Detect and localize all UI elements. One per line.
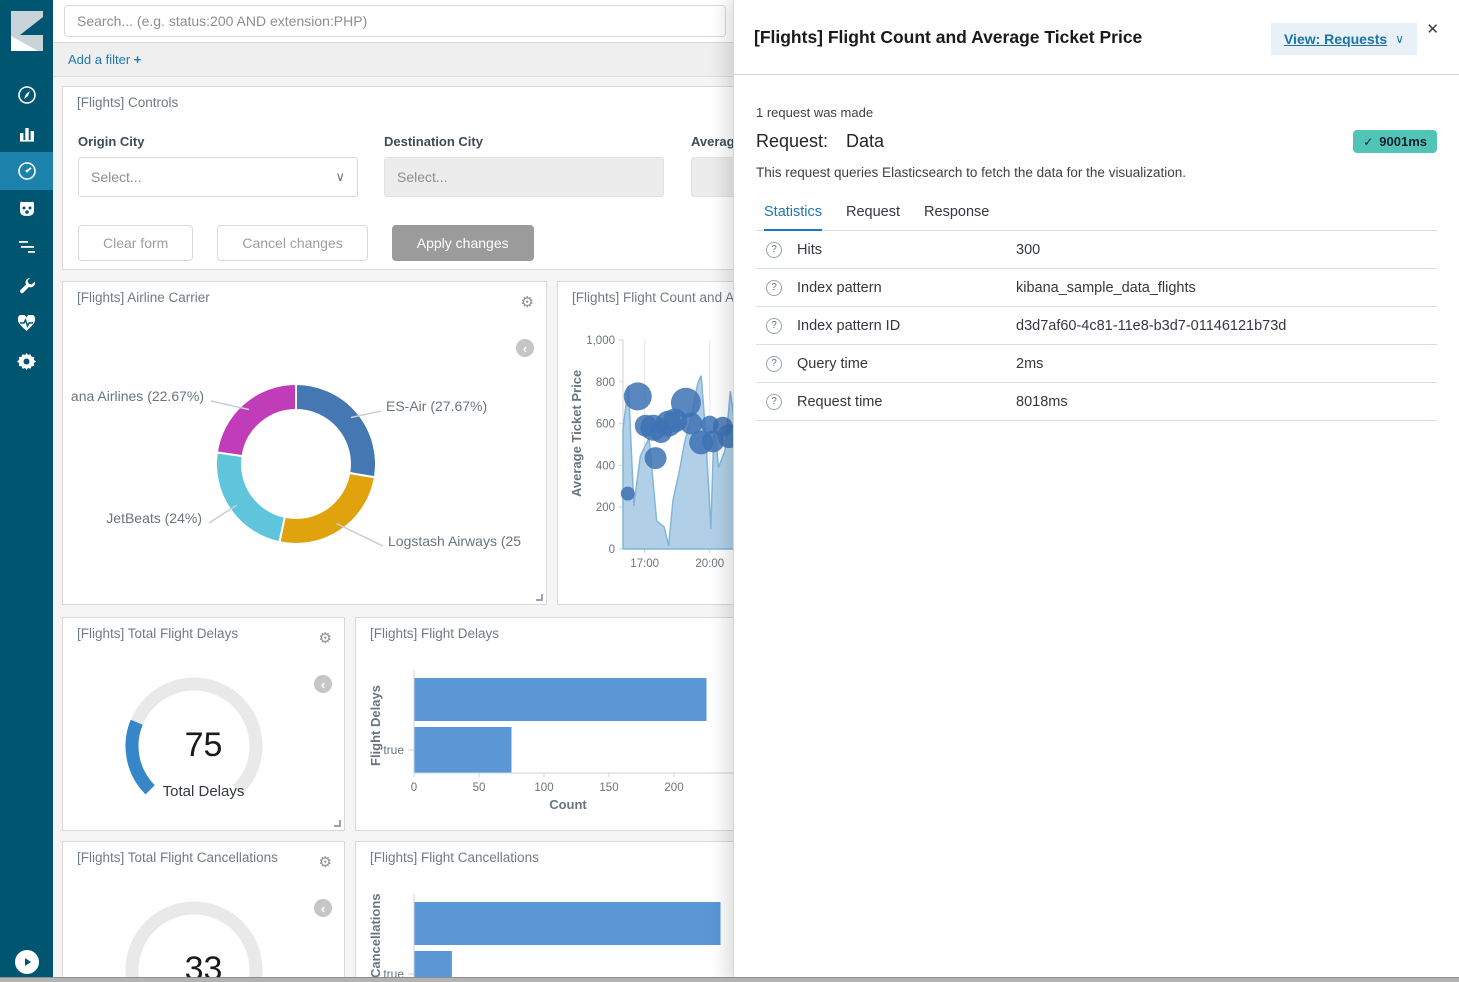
svg-text:17:00: 17:00 [630,558,659,570]
gauge-value: 75 [63,726,344,765]
svg-text:100: 100 [534,782,553,794]
sidebar-item-apm[interactable] [0,190,53,228]
svg-text:50: 50 [473,782,486,794]
compass-icon [17,85,37,105]
request-count-text: 1 request was made [756,105,1437,120]
request-label: Request: [756,131,828,152]
wrench-icon [18,276,36,294]
statistics-table: ? Hits 300 ? Index pattern kibana_sample… [756,231,1437,421]
donut-label-es-air: ES-Air (27.67%) [386,398,487,414]
svg-text:200: 200 [664,782,683,794]
close-icon[interactable]: ✕ [1426,20,1439,38]
table-row: ? Query time 2ms [756,345,1437,383]
gauge-label: Total Delays [63,783,344,800]
sidebar-item-management[interactable] [0,342,53,380]
search-input[interactable] [64,5,726,37]
table-row: ? Request time 8018ms [756,383,1437,421]
clear-form-button[interactable]: Clear form [78,225,193,261]
panel-total-flight-delays: [Flights] Total Flight Delays ⚙ ‹ 75 Tot… [62,617,345,831]
view-requests-dropdown[interactable]: View: Requests ∨ [1271,23,1417,55]
origin-city-field: Origin City Select... ∨ [78,134,358,197]
apply-changes-button[interactable]: Apply changes [392,225,534,261]
horizontal-scrollbar[interactable] [0,977,1459,982]
request-inspector-flyout: [Flights] Flight Count and Average Ticke… [733,0,1459,982]
flyout-header: [Flights] Flight Count and Average Ticke… [734,0,1459,75]
svg-text:200: 200 [596,502,615,514]
help-icon[interactable]: ? [766,242,782,258]
destination-city-label: Destination City [384,134,664,149]
panel-resize-handle[interactable] [334,820,341,827]
svg-text:600: 600 [596,419,615,431]
table-row: ? Hits 300 [756,231,1437,269]
svg-text:Count: Count [549,797,587,812]
panel-total-flight-cancellations: [Flights] Total Flight Cancellations ⚙ ‹… [62,841,345,982]
sidebar-item-discover[interactable] [0,76,53,114]
tab-request[interactable]: Request [846,204,900,230]
origin-city-select[interactable]: Select... ∨ [78,157,358,197]
table-row: ? Index pattern ID d3d7af60-4c81-11e8-b3… [756,307,1437,345]
help-icon[interactable]: ? [766,356,782,372]
cancel-changes-button[interactable]: Cancel changes [217,225,367,261]
list-lines-icon [18,239,36,255]
sidebar-item-visualize[interactable] [0,114,53,152]
donut-label-jetbeats: JetBeats (24%) [106,510,202,526]
svg-text:0: 0 [609,544,615,556]
table-row: ? Index pattern kibana_sample_data_fligh… [756,269,1437,307]
donut-label-kibana-airlines: ana Airlines (22.67%) [71,388,204,404]
panel-airline-carrier: [Flights] Airline Carrier ⚙ ‹ ES-Air (27… [62,281,547,605]
help-icon[interactable]: ? [766,394,782,410]
sidebar-item-dashboard[interactable] [0,152,53,190]
kibana-logo[interactable] [0,0,53,62]
origin-city-label: Origin City [78,134,358,149]
svg-text:true: true [383,743,404,757]
sidebar-item-logs[interactable] [0,228,53,266]
tab-statistics[interactable]: Statistics [764,204,822,231]
bar-chart-icon [18,124,36,142]
flyout-tabs: Statistics Request Response [756,204,1437,231]
flyout-title: [Flights] Flight Count and Average Ticke… [754,27,1142,48]
request-description: This request queries Elasticsearch to fe… [756,165,1437,180]
face-icon [17,200,37,218]
chevron-down-icon: ∨ [1395,32,1404,46]
panel-title: [Flights] Controls [77,95,178,110]
sidebar-item-dev-tools[interactable] [0,266,53,304]
request-name: Data [846,131,884,152]
tab-response[interactable]: Response [924,204,989,230]
gauge-icon [17,161,37,181]
svg-text:0: 0 [411,782,417,794]
help-icon[interactable]: ? [766,280,782,296]
request-duration-badge: ✓ 9001ms [1353,130,1437,153]
play-icon [21,956,33,968]
svg-text:800: 800 [596,377,615,389]
destination-city-field: Destination City Select... [384,134,664,197]
chevron-down-icon: ∨ [335,169,345,185]
svg-text:150: 150 [599,782,618,794]
check-icon: ✓ [1363,135,1373,149]
plus-icon: + [134,52,142,67]
donut-label-logstash: Logstash Airways (25 [388,533,521,549]
airline-carrier-donut-chart[interactable] [63,292,546,602]
sidebar-nav [0,0,53,982]
destination-city-select[interactable]: Select... [384,157,664,197]
svg-text:1,000: 1,000 [586,335,615,347]
svg-text:400: 400 [596,460,615,472]
heartbeat-icon [17,315,36,332]
add-filter-link[interactable]: Add a filter + [68,52,141,67]
help-icon[interactable]: ? [766,318,782,334]
svg-text:20:00: 20:00 [695,558,724,570]
nav-expand-button[interactable] [15,950,39,974]
gear-icon [17,352,36,371]
kibana-logo-icon [10,10,44,52]
sidebar-item-monitoring[interactable] [0,304,53,342]
panel-resize-handle[interactable] [536,594,543,601]
